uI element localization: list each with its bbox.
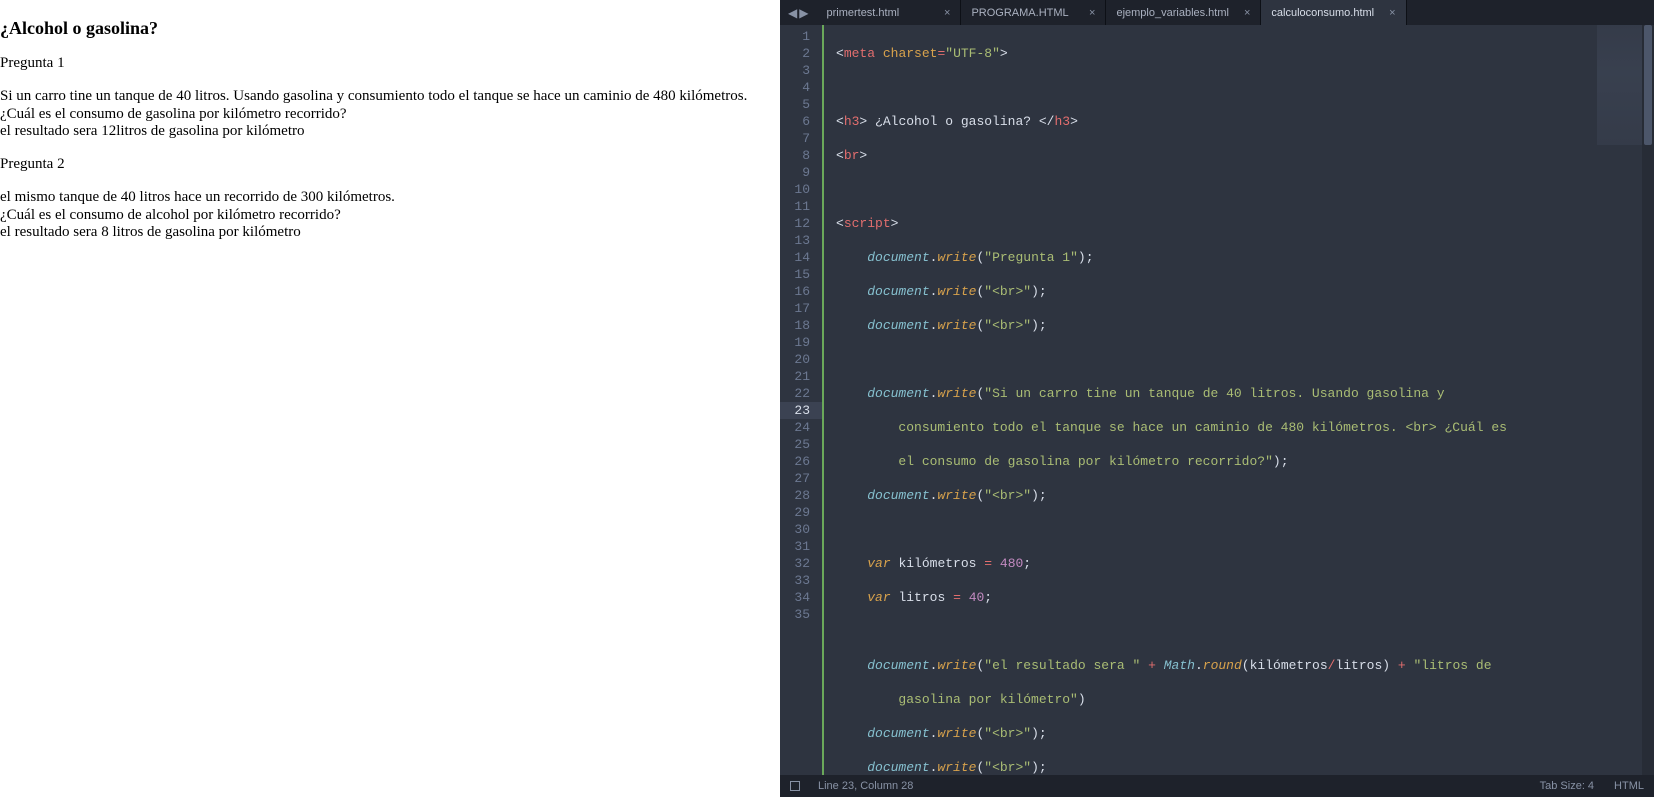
tab-primertest[interactable]: primertest.html × bbox=[816, 0, 961, 25]
line-number: 21 bbox=[780, 368, 810, 385]
scrollbar-thumb[interactable] bbox=[1644, 25, 1652, 145]
code-line: document.write("el resultado sera " + Ma… bbox=[836, 657, 1654, 674]
tab-label: PROGRAMA.HTML bbox=[971, 7, 1068, 19]
code-line: document.write("Si un carro tine un tanq… bbox=[836, 385, 1654, 402]
line-number: 35 bbox=[780, 606, 810, 623]
line-number: 10 bbox=[780, 181, 810, 198]
line-number: 5 bbox=[780, 96, 810, 113]
close-icon[interactable]: × bbox=[1389, 7, 1395, 19]
code-line: document.write("<br>"); bbox=[836, 283, 1654, 300]
line-gutter: 1 2 3 4 5 6 7 8 9 10 11 12 13 14 15 16 1… bbox=[780, 25, 822, 775]
code-line: document.write("<br>"); bbox=[836, 725, 1654, 742]
page-title: ¿Alcohol o gasolina? bbox=[0, 18, 780, 39]
line-number: 18 bbox=[780, 317, 810, 334]
code-line: <h3> ¿Alcohol o gasolina? </h3> bbox=[836, 113, 1654, 130]
line-number: 34 bbox=[780, 589, 810, 606]
app-root: ¿Alcohol o gasolina? Pregunta 1 Si un ca… bbox=[0, 0, 1654, 797]
q1-ask: ¿Cuál es el consumo de gasolina por kiló… bbox=[0, 106, 780, 123]
line-number: 6 bbox=[780, 113, 810, 130]
line-number: 4 bbox=[780, 79, 810, 96]
line-number: 7 bbox=[780, 130, 810, 147]
q2-result: el resultado sera 8 litros de gasolina p… bbox=[0, 224, 780, 241]
code-line: document.write("Pregunta 1"); bbox=[836, 249, 1654, 266]
line-number: 33 bbox=[780, 572, 810, 589]
line-number: 13 bbox=[780, 232, 810, 249]
minimap[interactable] bbox=[1597, 25, 1642, 145]
code-line bbox=[836, 521, 1654, 538]
line-number: 26 bbox=[780, 453, 810, 470]
tab-calculoconsumo[interactable]: calculoconsumo.html × bbox=[1261, 0, 1406, 25]
close-icon[interactable]: × bbox=[1089, 7, 1095, 19]
close-icon[interactable]: × bbox=[944, 7, 950, 19]
syntax-mode[interactable]: HTML bbox=[1614, 780, 1644, 792]
q2-body: el mismo tanque de 40 litros hace un rec… bbox=[0, 189, 780, 206]
q1-result: el resultado sera 12litros de gasolina p… bbox=[0, 123, 780, 140]
q1-label: Pregunta 1 bbox=[0, 55, 780, 72]
line-number: 27 bbox=[780, 470, 810, 487]
code-line bbox=[836, 351, 1654, 368]
code-line: el consumo de gasolina por kilómetro rec… bbox=[836, 453, 1654, 470]
vertical-scrollbar[interactable] bbox=[1642, 25, 1654, 775]
status-bar: Line 23, Column 28 Tab Size: 4 HTML bbox=[780, 775, 1654, 797]
nav-prev-icon[interactable]: ◀ bbox=[788, 6, 797, 20]
q1-body: Si un carro tine un tanque de 40 litros.… bbox=[0, 88, 780, 105]
line-number: 29 bbox=[780, 504, 810, 521]
tab-label: ejemplo_variables.html bbox=[1116, 7, 1229, 19]
code-line: var litros = 40; bbox=[836, 589, 1654, 606]
cursor-position[interactable]: Line 23, Column 28 bbox=[818, 780, 913, 792]
code-line: <br> bbox=[836, 147, 1654, 164]
code-line bbox=[836, 623, 1654, 640]
line-number: 25 bbox=[780, 436, 810, 453]
tab-size[interactable]: Tab Size: 4 bbox=[1540, 780, 1594, 792]
line-number: 28 bbox=[780, 487, 810, 504]
code-editor: ◀ ▶ primertest.html × PROGRAMA.HTML × ej… bbox=[780, 0, 1654, 797]
line-number: 8 bbox=[780, 147, 810, 164]
line-number: 23 bbox=[780, 402, 822, 419]
line-number: 32 bbox=[780, 555, 810, 572]
code-line bbox=[836, 181, 1654, 198]
line-number: 11 bbox=[780, 198, 810, 215]
line-number: 16 bbox=[780, 283, 810, 300]
line-number: 14 bbox=[780, 249, 810, 266]
line-number: 30 bbox=[780, 521, 810, 538]
q2-label: Pregunta 2 bbox=[0, 156, 780, 173]
code-line: gasolina por kilómetro") bbox=[836, 691, 1654, 708]
line-number: 17 bbox=[780, 300, 810, 317]
code-area[interactable]: <meta charset="UTF-8"> <h3> ¿Alcohol o g… bbox=[822, 25, 1654, 775]
line-number: 1 bbox=[780, 28, 810, 45]
code-line bbox=[836, 79, 1654, 96]
panel-switcher-icon[interactable] bbox=[790, 781, 800, 791]
close-icon[interactable]: × bbox=[1244, 7, 1250, 19]
line-number: 31 bbox=[780, 538, 810, 555]
browser-preview: ¿Alcohol o gasolina? Pregunta 1 Si un ca… bbox=[0, 0, 780, 797]
code-line: consumiento todo el tanque se hace un ca… bbox=[836, 419, 1654, 436]
line-number: 9 bbox=[780, 164, 810, 181]
tab-ejemplo-variables[interactable]: ejemplo_variables.html × bbox=[1106, 0, 1261, 25]
code-line: var kilómetros = 480; bbox=[836, 555, 1654, 572]
nav-next-icon[interactable]: ▶ bbox=[799, 6, 808, 20]
tab-bar: ◀ ▶ primertest.html × PROGRAMA.HTML × ej… bbox=[780, 0, 1654, 25]
code-line: document.write("<br>"); bbox=[836, 317, 1654, 334]
tab-nav-arrows: ◀ ▶ bbox=[780, 0, 816, 25]
line-number: 20 bbox=[780, 351, 810, 368]
line-number: 24 bbox=[780, 419, 810, 436]
tab-programa[interactable]: PROGRAMA.HTML × bbox=[961, 0, 1106, 25]
code-line: <script> bbox=[836, 215, 1654, 232]
line-number: 12 bbox=[780, 215, 810, 232]
line-number: 22 bbox=[780, 385, 810, 402]
q2-ask: ¿Cuál es el consumo de alcohol por kilóm… bbox=[0, 207, 780, 224]
editor-body[interactable]: 1 2 3 4 5 6 7 8 9 10 11 12 13 14 15 16 1… bbox=[780, 25, 1654, 775]
tab-label: primertest.html bbox=[826, 7, 899, 19]
line-number: 2 bbox=[780, 45, 810, 62]
line-number: 3 bbox=[780, 62, 810, 79]
q2-block: el mismo tanque de 40 litros hace un rec… bbox=[0, 189, 780, 241]
code-line: <meta charset="UTF-8"> bbox=[836, 45, 1654, 62]
line-number: 15 bbox=[780, 266, 810, 283]
line-number: 19 bbox=[780, 334, 810, 351]
code-line: document.write("<br>"); bbox=[836, 487, 1654, 504]
q1-block: Si un carro tine un tanque de 40 litros.… bbox=[0, 88, 780, 140]
tab-label: calculoconsumo.html bbox=[1271, 7, 1374, 19]
code-line: document.write("<br>"); bbox=[836, 759, 1654, 775]
